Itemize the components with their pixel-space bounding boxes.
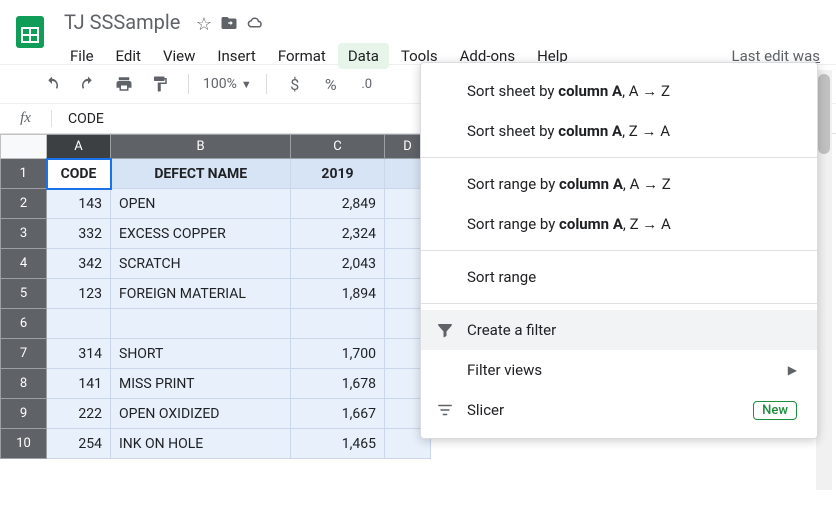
spreadsheet[interactable]: A B C D 1 CODE DEFECT NAME 2019 2143OPEN… — [0, 134, 431, 459]
menu-separator — [421, 250, 817, 251]
filter-icon — [435, 320, 455, 340]
row-header[interactable]: 10 — [1, 429, 47, 459]
menu-filter-views[interactable]: Filter views ▶ — [421, 350, 817, 390]
cell[interactable]: OPEN — [111, 189, 291, 219]
row-header[interactable]: 2 — [1, 189, 47, 219]
cell[interactable]: CODE — [47, 159, 111, 189]
cell[interactable]: EXCESS COPPER — [111, 219, 291, 249]
cloud-status-icon[interactable] — [246, 14, 264, 37]
cell[interactable]: SCRATCH — [111, 249, 291, 279]
paint-format-button[interactable] — [146, 70, 174, 98]
cell[interactable]: 342 — [47, 249, 111, 279]
currency-button[interactable]: $ — [281, 70, 309, 98]
cell[interactable]: 141 — [47, 369, 111, 399]
star-icon[interactable]: ☆ — [196, 14, 212, 37]
cell[interactable] — [291, 309, 385, 339]
menu-sort-sheet-za[interactable]: Sort sheet by column A, Z → A — [421, 111, 817, 151]
formula-value[interactable]: CODE — [52, 111, 104, 127]
divider — [188, 74, 189, 94]
row-header[interactable]: 5 — [1, 279, 47, 309]
row-header[interactable]: 1 — [1, 159, 47, 189]
data-menu: Sort sheet by column A, A → Z Sort sheet… — [420, 62, 818, 439]
cell[interactable]: OPEN OXIDIZED — [111, 399, 291, 429]
cell[interactable]: 1,894 — [291, 279, 385, 309]
fx-label: fx — [0, 110, 52, 127]
divider — [266, 74, 267, 94]
menu-sort-range-az[interactable]: Sort range by column A, A → Z — [421, 164, 817, 204]
cell[interactable]: INK ON HOLE — [111, 429, 291, 459]
percent-button[interactable]: % — [317, 70, 345, 98]
menu-file[interactable]: File — [60, 43, 104, 69]
col-header-A[interactable]: A — [47, 135, 111, 159]
cell[interactable]: 332 — [47, 219, 111, 249]
menu-create-filter[interactable]: Create a filter — [421, 310, 817, 350]
vertical-scrollbar[interactable] — [816, 70, 832, 490]
menu-sort-range[interactable]: Sort range — [421, 257, 817, 297]
menu-separator — [421, 303, 817, 304]
cell[interactable]: 2019 — [291, 159, 385, 189]
cell[interactable]: 1,700 — [291, 339, 385, 369]
slicer-icon — [435, 400, 455, 420]
cell[interactable]: 1,465 — [291, 429, 385, 459]
scrollbar-thumb[interactable] — [818, 74, 830, 154]
cell[interactable]: 1,667 — [291, 399, 385, 429]
cell[interactable]: 254 — [47, 429, 111, 459]
zoom-select[interactable]: 100% ▼ — [203, 76, 252, 92]
menu-format[interactable]: Format — [268, 43, 336, 69]
cell[interactable]: SHORT — [111, 339, 291, 369]
print-button[interactable] — [110, 70, 138, 98]
chevron-down-icon: ▼ — [241, 78, 252, 91]
cell[interactable] — [47, 309, 111, 339]
document-title[interactable]: TJ SSSample — [60, 8, 184, 36]
menu-data[interactable]: Data — [338, 43, 389, 69]
cell[interactable]: 1,678 — [291, 369, 385, 399]
row-header[interactable]: 7 — [1, 339, 47, 369]
move-icon[interactable] — [220, 14, 238, 37]
cell[interactable]: 314 — [47, 339, 111, 369]
row-header[interactable]: 8 — [1, 369, 47, 399]
select-all-corner[interactable] — [1, 135, 47, 159]
cell[interactable]: 2,849 — [291, 189, 385, 219]
row-header[interactable]: 3 — [1, 219, 47, 249]
cell[interactable]: 222 — [47, 399, 111, 429]
row-header[interactable]: 9 — [1, 399, 47, 429]
decimal-decrease-button[interactable]: .0 — [353, 70, 381, 98]
cell[interactable]: 123 — [47, 279, 111, 309]
cell[interactable]: FOREIGN MATERIAL — [111, 279, 291, 309]
col-header-B[interactable]: B — [111, 135, 291, 159]
col-header-C[interactable]: C — [291, 135, 385, 159]
menu-edit[interactable]: Edit — [106, 43, 151, 69]
undo-button[interactable] — [38, 70, 66, 98]
cell[interactable]: 2,324 — [291, 219, 385, 249]
menu-view[interactable]: View — [153, 43, 205, 69]
submenu-arrow-icon: ▶ — [788, 363, 797, 377]
row-header[interactable]: 6 — [1, 309, 47, 339]
menu-sort-range-za[interactable]: Sort range by column A, Z → A — [421, 204, 817, 244]
cell[interactable]: DEFECT NAME — [111, 159, 291, 189]
menu-insert[interactable]: Insert — [207, 43, 265, 69]
new-badge: New — [753, 401, 797, 420]
menu-separator — [421, 157, 817, 158]
cell[interactable]: 143 — [47, 189, 111, 219]
menu-sort-sheet-az[interactable]: Sort sheet by column A, A → Z — [421, 71, 817, 111]
cell[interactable] — [111, 309, 291, 339]
cell[interactable]: 2,043 — [291, 249, 385, 279]
sheets-logo[interactable] — [10, 12, 50, 52]
redo-button[interactable] — [74, 70, 102, 98]
menu-slicer[interactable]: Slicer New — [421, 390, 817, 430]
cell[interactable]: MISS PRINT — [111, 369, 291, 399]
row-header[interactable]: 4 — [1, 249, 47, 279]
